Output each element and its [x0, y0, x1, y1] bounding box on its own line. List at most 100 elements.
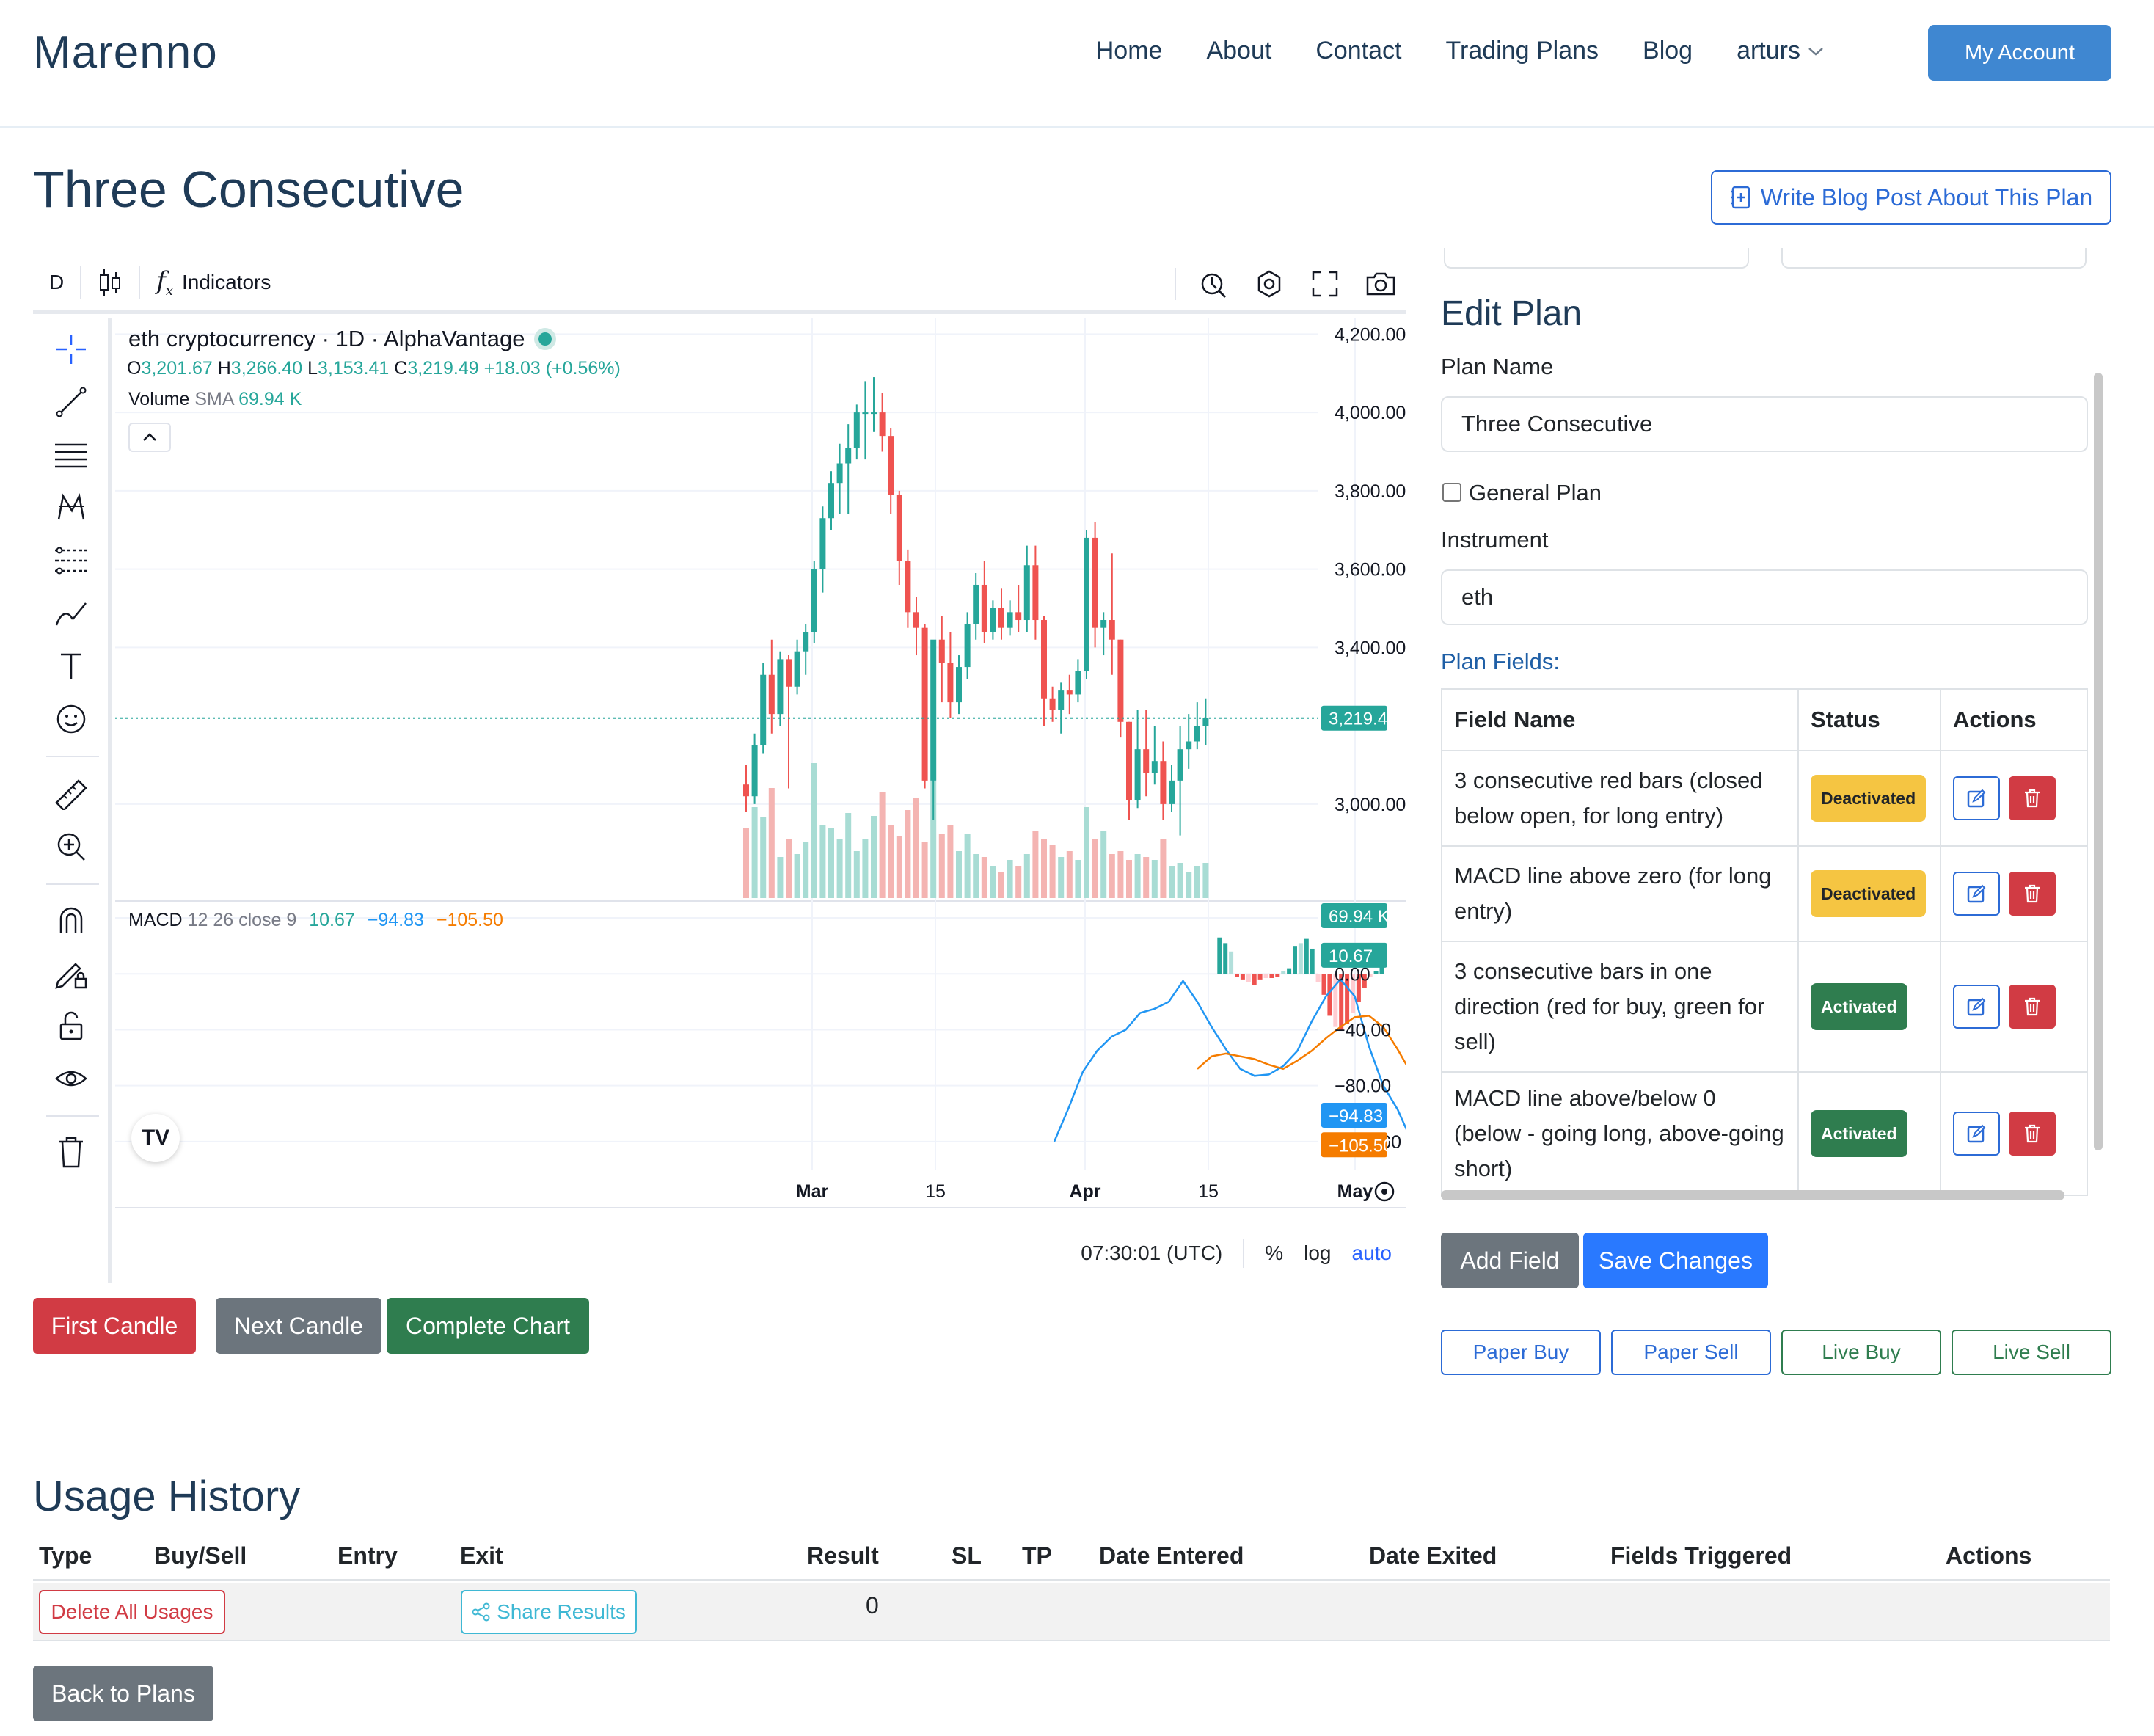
candle-body: [1143, 749, 1150, 773]
sma-value: 69.94 K: [238, 389, 302, 409]
candle-body: [981, 584, 987, 632]
remove-drawings-tool[interactable]: [51, 1131, 92, 1172]
alert-icon: [1201, 273, 1227, 299]
candle-body: [913, 612, 919, 628]
volume-bar: [1100, 831, 1107, 898]
screenshot-button[interactable]: [1362, 266, 1399, 302]
nav-trading-plans[interactable]: Trading Plans: [1446, 37, 1599, 65]
live-sell-button[interactable]: Live Sell: [1952, 1330, 2111, 1375]
next-candle-button[interactable]: Next Candle: [216, 1298, 381, 1354]
delete-field-button[interactable]: [2009, 776, 2056, 820]
col-exit: Exit: [460, 1542, 503, 1569]
candle-body: [1015, 612, 1022, 621]
brand-logo[interactable]: Marenno: [33, 26, 218, 79]
macd-histogram-bar: [1246, 974, 1251, 982]
trash-icon: [2025, 789, 2040, 808]
back-to-plans-button[interactable]: Back to Plans: [33, 1666, 213, 1721]
edit-field-button[interactable]: [1953, 872, 2000, 916]
chart-plot[interactable]: 4,200.00 4,000.00 3,800.00 3,600.00 3,400.00…: [115, 318, 1406, 1228]
candle-body: [853, 412, 860, 448]
add-field-button[interactable]: Add Field: [1441, 1233, 1579, 1288]
zoom-tool[interactable]: [51, 826, 92, 867]
text-tool[interactable]: [51, 646, 92, 687]
percent-toggle[interactable]: %: [1265, 1241, 1283, 1265]
table-horizontal-scrollbar[interactable]: [1441, 1190, 2064, 1200]
plan-name-input[interactable]: Three Consecutive: [1441, 396, 2088, 452]
col-date-entered: Date Entered: [1099, 1542, 1244, 1569]
candle-body: [871, 412, 877, 415]
c-label: C: [394, 358, 408, 379]
lock-all-tool[interactable]: [51, 1005, 92, 1046]
tradingview-logo[interactable]: TV: [131, 1114, 180, 1162]
auto-toggle[interactable]: auto: [1352, 1241, 1392, 1265]
scrollbar-thumb[interactable]: [2094, 373, 2103, 1150]
alert-button[interactable]: [1195, 266, 1232, 302]
complete-chart-button[interactable]: Complete Chart: [387, 1298, 589, 1354]
macd-histogram-bar: [1257, 974, 1263, 980]
candle-body: [743, 784, 749, 797]
col-tp: TP: [1022, 1542, 1052, 1569]
user-menu[interactable]: arturs: [1737, 37, 1824, 65]
brush-tool[interactable]: [51, 593, 92, 634]
field-name-cell: 3 consecutive red bars (closed below ope…: [1441, 750, 1799, 847]
panel-vertical-scrollbar[interactable]: [2088, 255, 2107, 1203]
pattern-tool[interactable]: [51, 487, 92, 528]
macd-tick-label: −40.00: [1335, 1020, 1391, 1040]
log-toggle[interactable]: log: [1304, 1241, 1331, 1265]
nav-home[interactable]: Home: [1096, 37, 1163, 65]
candle-body: [1007, 612, 1013, 628]
paper-sell-button[interactable]: Paper Sell: [1611, 1330, 1771, 1375]
col-actions: Actions: [1946, 1542, 2032, 1569]
first-candle-button[interactable]: First Candle: [33, 1298, 196, 1354]
volume-bar: [811, 763, 817, 898]
delete-field-button[interactable]: [2009, 985, 2056, 1029]
delete-field-button[interactable]: [2009, 872, 2056, 916]
volume-bar: [1202, 863, 1209, 898]
edit-field-button[interactable]: [1953, 1112, 2000, 1156]
measure-tool[interactable]: [51, 773, 92, 814]
share-results-button[interactable]: Share Results: [461, 1590, 637, 1634]
save-changes-button[interactable]: Save Changes: [1583, 1233, 1768, 1288]
general-plan-label: General Plan: [1469, 480, 1602, 506]
indicators-button[interactable]: fx Indicators: [140, 266, 287, 299]
settings-button[interactable]: [1251, 266, 1288, 302]
collapse-legend-button[interactable]: [128, 423, 171, 452]
delete-field-button[interactable]: [2009, 1112, 2056, 1156]
macd-line-tag: −94.83: [1329, 1106, 1383, 1126]
fullscreen-button[interactable]: [1307, 266, 1343, 302]
macd-histogram-bar: [1217, 937, 1222, 974]
edit-field-button[interactable]: [1953, 776, 2000, 820]
paper-buy-button[interactable]: Paper Buy: [1441, 1330, 1601, 1375]
trendline-tool[interactable]: [51, 382, 92, 423]
projection-tool[interactable]: [51, 540, 92, 581]
general-plan-checkbox[interactable]: [1442, 483, 1461, 502]
volume-bar: [794, 854, 800, 898]
magnet-tool[interactable]: [51, 900, 92, 941]
time-tick-label: Apr: [1069, 1181, 1100, 1202]
status-badge: Activated: [1811, 1110, 1907, 1157]
camera-icon: [1366, 272, 1395, 296]
live-buy-button[interactable]: Live Buy: [1781, 1330, 1941, 1375]
macd-histogram-bar: [1281, 971, 1286, 974]
write-blog-post-button[interactable]: Write Blog Post About This Plan: [1711, 170, 2111, 225]
volume-bar: [973, 854, 979, 898]
nav-contact[interactable]: Contact: [1315, 37, 1401, 65]
lock-drawing-tool[interactable]: [51, 952, 92, 993]
fib-tool[interactable]: [51, 434, 92, 475]
interval-button[interactable]: D: [33, 266, 80, 299]
nav-blog[interactable]: Blog: [1643, 37, 1693, 65]
crosshair-icon: [56, 335, 86, 364]
chart-type-button[interactable]: [81, 266, 139, 299]
nav-about[interactable]: About: [1206, 37, 1271, 65]
hide-tool[interactable]: [51, 1058, 92, 1099]
edit-field-button[interactable]: [1953, 985, 2000, 1029]
toolbar-divider: [1175, 268, 1176, 300]
emoji-tool[interactable]: [51, 699, 92, 740]
delete-all-usages-button[interactable]: Delete All Usages: [39, 1590, 225, 1634]
price-tick-label: 4,200.00: [1335, 324, 1406, 345]
my-account-button[interactable]: My Account: [1928, 25, 2111, 81]
instrument-input[interactable]: eth: [1441, 569, 2088, 625]
candle-body: [888, 436, 894, 495]
volume-bar: [777, 857, 784, 898]
crosshair-tool[interactable]: [51, 329, 92, 370]
